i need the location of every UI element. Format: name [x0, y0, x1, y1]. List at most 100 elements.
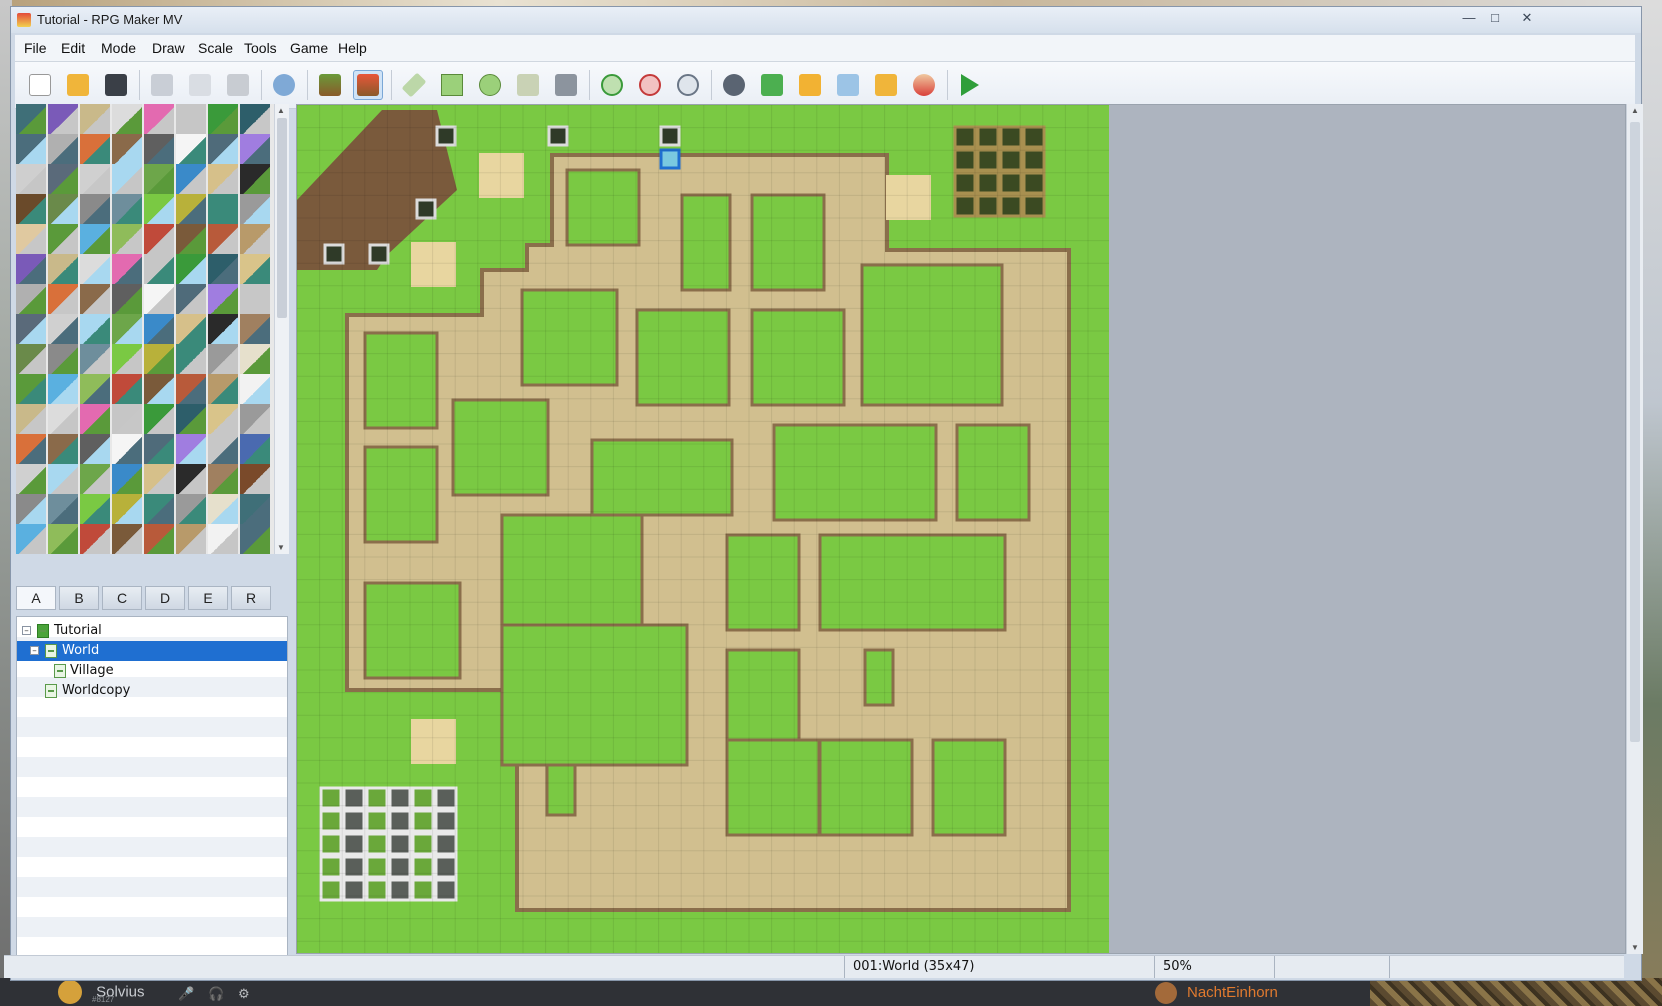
menu-draw[interactable]: Draw	[152, 40, 185, 56]
tile[interactable]	[16, 164, 46, 194]
sound-test-button[interactable]	[795, 70, 825, 100]
tile[interactable]	[48, 134, 78, 164]
tileset-palette[interactable]	[16, 104, 274, 554]
tile[interactable]	[112, 464, 142, 494]
tree-item-worldcopy[interactable]: Worldcopy	[17, 681, 287, 701]
tile[interactable]	[48, 344, 78, 374]
tile[interactable]	[240, 284, 270, 314]
map-editor-canvas[interactable]	[296, 104, 1626, 954]
tile[interactable]	[208, 284, 238, 314]
shadow-pen-button[interactable]	[551, 70, 581, 100]
tile[interactable]	[48, 464, 78, 494]
tile[interactable]	[208, 164, 238, 194]
tile[interactable]	[176, 494, 206, 524]
tile[interactable]	[176, 104, 206, 134]
tree-item-world[interactable]: – World	[17, 641, 287, 661]
tile[interactable]	[208, 254, 238, 284]
menu-scale[interactable]: Scale	[198, 40, 233, 56]
tile[interactable]	[112, 314, 142, 344]
new-project-button[interactable]	[25, 70, 55, 100]
tile[interactable]	[208, 134, 238, 164]
tile[interactable]	[80, 434, 110, 464]
map-render[interactable]	[297, 105, 1626, 954]
tile[interactable]	[176, 194, 206, 224]
tile[interactable]	[176, 434, 206, 464]
tile[interactable]	[48, 314, 78, 344]
tile[interactable]	[16, 194, 46, 224]
paste-button[interactable]	[223, 70, 253, 100]
tile[interactable]	[112, 104, 142, 134]
zoom-in-button[interactable]	[597, 70, 627, 100]
tile[interactable]	[48, 494, 78, 524]
tile[interactable]	[144, 344, 174, 374]
tile[interactable]	[80, 464, 110, 494]
palette-scrollbar[interactable]: ▲ ▼	[274, 104, 289, 554]
tile[interactable]	[176, 314, 206, 344]
tree-item-tutorial[interactable]: – Tutorial	[17, 621, 287, 641]
tile[interactable]	[208, 194, 238, 224]
title-bar[interactable]: Tutorial - RPG Maker MV — □ ✕	[11, 7, 1641, 33]
tile[interactable]	[16, 104, 46, 134]
tile[interactable]	[144, 524, 174, 554]
menu-mode[interactable]: Mode	[101, 40, 136, 56]
tile[interactable]	[144, 314, 174, 344]
ellipse-button[interactable]	[475, 70, 505, 100]
tile[interactable]	[48, 224, 78, 254]
tile[interactable]	[80, 494, 110, 524]
tile[interactable]	[176, 524, 206, 554]
tile[interactable]	[208, 404, 238, 434]
tile[interactable]	[144, 104, 174, 134]
tile[interactable]	[16, 284, 46, 314]
copy-button[interactable]	[185, 70, 215, 100]
menu-edit[interactable]: Edit	[61, 40, 85, 56]
tile[interactable]	[80, 374, 110, 404]
menu-game[interactable]: Game	[290, 40, 328, 56]
tile[interactable]	[144, 374, 174, 404]
scroll-up-icon[interactable]: ▲	[1631, 106, 1639, 115]
tile[interactable]	[144, 464, 174, 494]
maximize-button[interactable]: □	[1482, 9, 1508, 27]
tile[interactable]	[48, 524, 78, 554]
tile[interactable]	[112, 374, 142, 404]
tile[interactable]	[240, 344, 270, 374]
tile[interactable]	[240, 104, 270, 134]
microphone-icon[interactable]: 🎤	[178, 986, 194, 1002]
tile[interactable]	[48, 194, 78, 224]
tile[interactable]	[240, 194, 270, 224]
tile[interactable]	[112, 134, 142, 164]
tile[interactable]	[112, 164, 142, 194]
event-searcher-button[interactable]	[833, 70, 863, 100]
tile[interactable]	[240, 464, 270, 494]
tile[interactable]	[240, 524, 270, 554]
tile[interactable]	[16, 524, 46, 554]
tile[interactable]	[80, 344, 110, 374]
tile[interactable]	[48, 374, 78, 404]
tile[interactable]	[176, 404, 206, 434]
tile[interactable]	[208, 464, 238, 494]
tile[interactable]	[144, 224, 174, 254]
tile[interactable]	[80, 134, 110, 164]
tile[interactable]	[16, 464, 46, 494]
menu-tools[interactable]: Tools	[244, 40, 277, 56]
tile[interactable]	[144, 404, 174, 434]
tile[interactable]	[208, 314, 238, 344]
tile[interactable]	[176, 284, 206, 314]
cut-button[interactable]	[147, 70, 177, 100]
plugin-manager-button[interactable]	[757, 70, 787, 100]
tile[interactable]	[48, 434, 78, 464]
tile[interactable]	[48, 164, 78, 194]
undo-button[interactable]	[269, 70, 299, 100]
save-project-button[interactable]	[101, 70, 131, 100]
close-button[interactable]: ✕	[1514, 9, 1540, 27]
chat-other-user[interactable]: NachtEinhorn	[1155, 982, 1278, 1004]
tile[interactable]	[208, 104, 238, 134]
tile[interactable]	[176, 464, 206, 494]
tile[interactable]	[112, 194, 142, 224]
tile[interactable]	[80, 224, 110, 254]
tile[interactable]	[208, 434, 238, 464]
tile[interactable]	[112, 344, 142, 374]
open-project-button[interactable]	[63, 70, 93, 100]
menu-file[interactable]: File	[24, 40, 47, 56]
tile[interactable]	[176, 344, 206, 374]
tile[interactable]	[144, 254, 174, 284]
